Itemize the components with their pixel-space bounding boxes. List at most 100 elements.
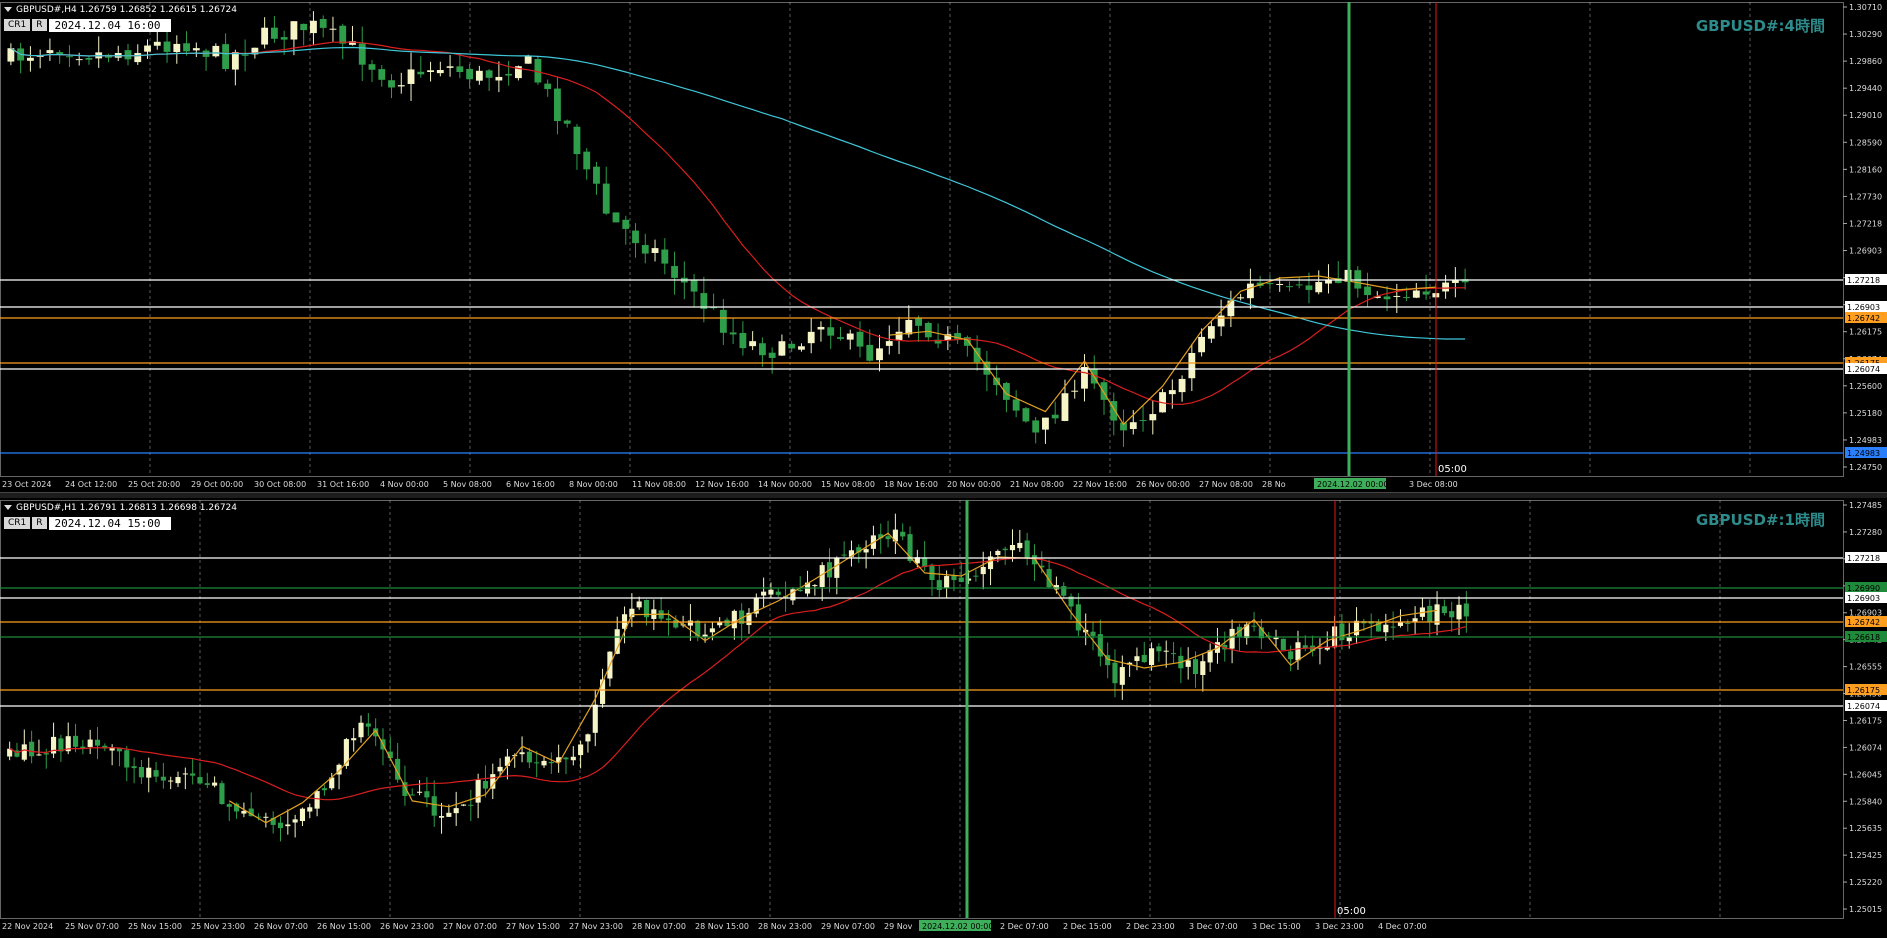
candle-body	[1364, 286, 1371, 296]
candle-body	[285, 824, 291, 827]
plot-frame	[0, 500, 1844, 919]
dropdown-triangle-icon[interactable]	[4, 505, 12, 510]
candle-body	[190, 773, 196, 776]
candle-body	[26, 57, 34, 61]
time-highlight-label: 2024.12.02 00:00	[1317, 480, 1388, 489]
candle-body	[548, 762, 554, 764]
price-axis-label: 1.24983	[1849, 436, 1882, 445]
time-axis-label: 28 Nov 15:00	[695, 922, 749, 931]
h1-r-button[interactable]: R	[32, 517, 47, 529]
candle-body	[475, 779, 481, 803]
candle-body	[554, 88, 561, 122]
time-axis-label: 3 Dec 07:00	[1189, 922, 1238, 931]
candle-body	[1139, 420, 1147, 422]
candle-body	[407, 69, 415, 84]
candle-body	[1390, 626, 1396, 628]
cursor-time-label: 05:00	[1438, 464, 1467, 475]
candle-body	[915, 317, 922, 326]
candle-body	[863, 549, 869, 553]
time-axis-label: 22 Nov 16:00	[1073, 480, 1127, 489]
candle-body	[905, 319, 913, 335]
price-axis-label: 1.25425	[1849, 851, 1882, 860]
candle-body	[277, 822, 284, 829]
h1-chart-canvas[interactable]: 1.27485 1.27280 1.27218 1.269901.26903 1.267…	[0, 498, 1887, 938]
candle-body	[739, 332, 747, 349]
candle-body	[1031, 555, 1038, 565]
moving-average-short	[10, 41, 1466, 406]
candle-body	[1042, 417, 1049, 430]
candle-body	[837, 337, 844, 339]
candle-body	[661, 249, 669, 264]
candle-body	[495, 76, 503, 81]
candle-body	[846, 333, 854, 340]
h4-chart-canvas[interactable]: 1.30710 1.30290 1.29860 1.29440 1.29010 1.285…	[0, 0, 1887, 492]
candle-body	[192, 48, 200, 51]
candle-body	[94, 739, 101, 746]
candle-body	[958, 577, 964, 582]
candle-body	[446, 66, 454, 68]
candle-body	[468, 804, 474, 806]
candle-body	[358, 722, 364, 738]
candle-body	[1075, 604, 1081, 631]
price-axis-label: 1.30290	[1849, 30, 1882, 39]
h1-cr-button[interactable]: CR1	[4, 517, 31, 529]
candle-body	[1442, 282, 1450, 292]
candle-body	[182, 773, 188, 775]
candle-body	[922, 557, 928, 567]
time-axis-label: 29 Nov	[884, 922, 913, 931]
candle-body	[1456, 604, 1462, 620]
h4-ohlc-text: GBPUSD#,H4 1.26759 1.26852 1.26615 1.267…	[16, 5, 238, 15]
candle-body	[1185, 660, 1191, 667]
candle-body	[505, 73, 513, 76]
candle-body	[526, 751, 532, 763]
candle-body	[466, 68, 474, 80]
candle-body	[226, 804, 232, 807]
candle-body	[358, 43, 366, 65]
candle-body	[153, 41, 161, 46]
candle-body	[1449, 611, 1455, 618]
candle-body	[1295, 284, 1303, 286]
h1-datetime-box[interactable]: 2024.12.04 15:00	[48, 517, 171, 530]
time-axis-label: 5 Nov 08:00	[443, 480, 492, 489]
h1-chart-pane[interactable]: 1.27485 1.27280 1.27218 1.269901.26903 1.267…	[0, 498, 1887, 938]
candle-body	[841, 554, 847, 556]
h4-datetime-box[interactable]: 2024.12.04 16:00	[48, 19, 171, 32]
candle-body	[1251, 625, 1257, 627]
candle-body	[314, 791, 320, 809]
candle-body	[1141, 654, 1147, 663]
level-price-label: 1.26618	[1847, 633, 1880, 642]
level-price-label: 1.26742	[1847, 618, 1880, 627]
candle-body	[21, 744, 27, 760]
candle-body	[1112, 662, 1118, 684]
h4-cr-button[interactable]: CR1	[4, 19, 31, 31]
candle-body	[417, 791, 423, 793]
candle-body	[1412, 290, 1420, 298]
level-price-label: 1.26074	[1847, 702, 1880, 711]
candle-body	[876, 348, 883, 361]
price-axis-label: 1.27485	[1849, 501, 1882, 510]
candle-body	[263, 816, 269, 818]
candle-body	[1354, 270, 1362, 289]
candle-body	[929, 564, 935, 580]
h4-chart-pane[interactable]: 1.30710 1.30290 1.29860 1.29440 1.29010 1.285…	[0, 0, 1887, 492]
candle-body	[417, 71, 425, 75]
candle-body	[1032, 420, 1040, 433]
price-axis-label: 1.25635	[1849, 824, 1882, 833]
candle-body	[310, 20, 317, 34]
candle-body	[1170, 653, 1177, 655]
price-axis-label: 1.25220	[1849, 878, 1882, 887]
candle-body	[1273, 637, 1279, 640]
candle-body	[636, 601, 642, 608]
candle-body	[573, 126, 581, 155]
candle-body	[175, 777, 181, 784]
h4-r-button[interactable]: R	[32, 19, 47, 31]
candle-body	[995, 550, 1001, 556]
candle-body	[124, 50, 132, 60]
dropdown-triangle-icon[interactable]	[4, 7, 12, 12]
candle-body	[592, 704, 598, 733]
candle-body	[29, 741, 35, 757]
candle-body	[183, 43, 190, 52]
candle-body	[1427, 605, 1433, 622]
candle-body	[1149, 414, 1157, 421]
time-axis-label: 3 Dec 15:00	[1252, 922, 1301, 931]
